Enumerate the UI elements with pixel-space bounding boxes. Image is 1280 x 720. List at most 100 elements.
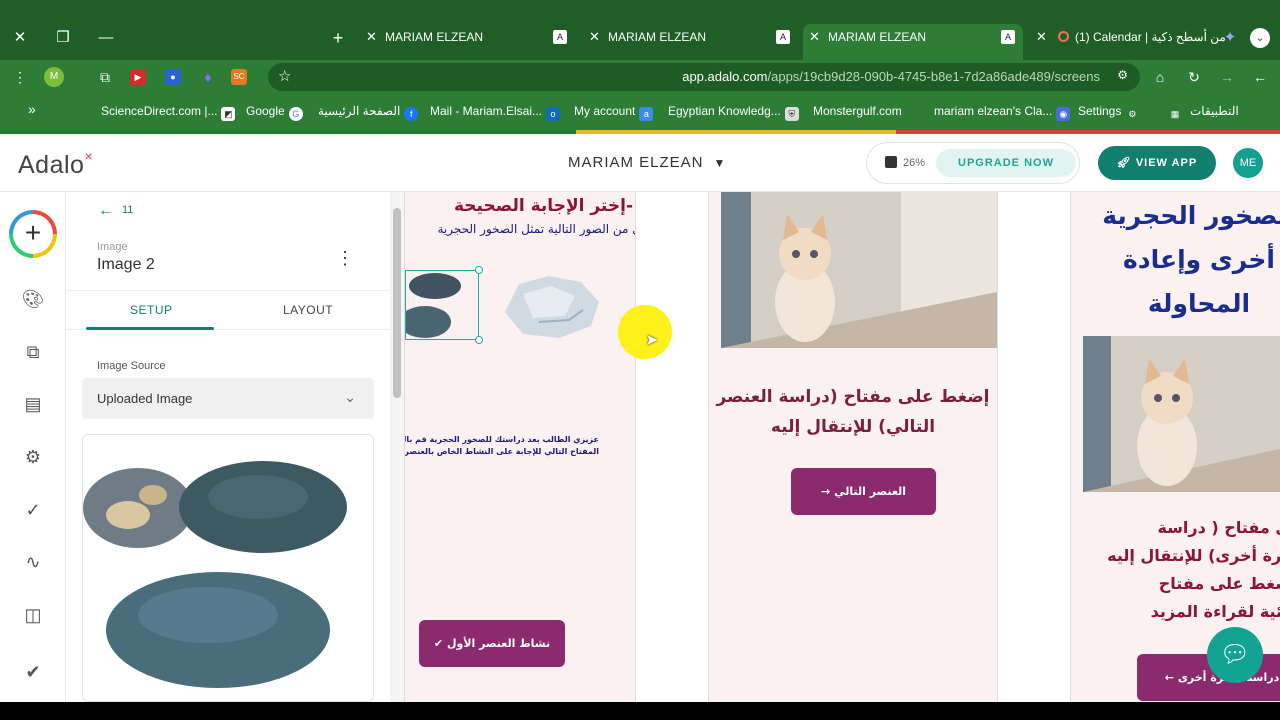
tab-close-icon[interactable]: ✕: [589, 26, 600, 48]
text-line: بالضغط على مفتاح: [1158, 574, 1280, 593]
browser-tab[interactable]: ✕ MARIAM ELZEAN A: [360, 26, 575, 52]
panel-scrollbar[interactable]: [390, 192, 404, 702]
restore-window-icon[interactable]: ❐: [51, 28, 75, 48]
uploaded-image-preview[interactable]: [82, 434, 374, 702]
menu-dots-icon[interactable]: ⋮: [10, 67, 30, 87]
assistant-extension-icon[interactable]: ♦: [198, 67, 218, 87]
verified-badge-icon[interactable]: ✔: [21, 660, 45, 684]
bookmark-star-icon[interactable]: ☆: [278, 67, 291, 85]
text-line: صخرة أخرى) للإنتقال إليه: [1107, 546, 1280, 565]
screen-title[interactable]: -إختر الإجابة الصحيحة: [454, 196, 633, 216]
component-type: Image: [97, 241, 128, 253]
tab-close-icon[interactable]: ✕: [1036, 26, 1047, 48]
bookmark-item[interactable]: mariam elzean's Cla... ◉: [934, 104, 1071, 121]
back-count: 11: [122, 204, 134, 216]
bookmarks-overflow-icon[interactable]: »: [28, 101, 36, 117]
back-button[interactable]: ← 11: [98, 202, 133, 220]
sc-extension-icon[interactable]: SC: [231, 69, 247, 85]
button-label: نشاط العنصر الأول: [446, 637, 551, 650]
analytics-icon[interactable]: ∿: [21, 550, 45, 574]
first-element-activity-button[interactable]: نشاط العنصر الأول ✔: [419, 620, 565, 667]
selection-box: [405, 270, 479, 340]
forward-icon[interactable]: →: [1217, 67, 1237, 87]
browser-tab[interactable]: ✕ MARIAM ELZEAN A: [583, 26, 798, 52]
bookmark-item[interactable]: Google G: [246, 104, 303, 121]
tab-layout[interactable]: LAYOUT: [283, 303, 333, 317]
instruction-text[interactable]: إضغط على مفتاح (دراسة العنصر التالي) للإ…: [709, 382, 997, 442]
crystal-rock-image[interactable]: [499, 272, 603, 342]
bookmark-item[interactable]: الصفحة الرئيسية f: [318, 104, 419, 121]
database-icon[interactable]: ▤: [21, 392, 45, 416]
instruction-paragraph[interactable]: عزيزي الطالب بعد دراستك للصخور الحجرية ق…: [405, 434, 599, 458]
adalo-logo[interactable]: Adalo×: [18, 148, 93, 180]
apps-grid-icon: ▦: [1170, 109, 1180, 119]
kitten-image[interactable]: [721, 192, 997, 348]
component-name[interactable]: Image 2: [97, 256, 155, 274]
app-switcher[interactable]: MARIAM ELZEAN ▼: [568, 154, 726, 171]
bookmarks-bar: » ScienceDirect.com |... ◩ Google G الصفحة…: [0, 94, 1280, 130]
app-screen-activity[interactable]: -إختر الإجابة الصحيحة أي من الصور التالي…: [404, 192, 636, 702]
kitten-image[interactable]: [1083, 336, 1280, 492]
resize-handle[interactable]: [475, 266, 483, 274]
progress-percent: 26%: [903, 157, 926, 169]
graduation-cap-icon: [885, 156, 897, 168]
versions-icon[interactable]: ◫: [21, 603, 45, 627]
settings-icon[interactable]: ⚙: [21, 445, 45, 469]
minimize-window-icon[interactable]: —: [94, 28, 118, 48]
bookmark-label: التطبيقات: [1190, 104, 1239, 118]
bookmark-item[interactable]: ScienceDirect.com |... ◩: [101, 104, 236, 121]
next-element-button[interactable]: العنصر التالي →: [791, 468, 936, 515]
screen-title[interactable]: الصخور الحجرية أخرى وإعادة المحاولة: [1071, 194, 1280, 326]
screens-canvas[interactable]: -إختر الإجابة الصحيحة أي من الصور التالي…: [404, 192, 1280, 702]
adalo-favicon-icon: A: [776, 30, 790, 44]
reload-icon[interactable]: ↻: [1184, 67, 1204, 87]
profile-icon[interactable]: M: [44, 67, 64, 87]
adalo-favicon-icon: A: [553, 30, 567, 44]
account-icon: a: [639, 107, 654, 121]
bookmark-item[interactable]: My account a: [574, 104, 654, 121]
palette-icon[interactable]: 🎨︎: [21, 287, 45, 311]
bookmark-item[interactable]: ▦ التطبيقات: [1168, 104, 1239, 121]
url-omnibox[interactable]: ☆ app.adalo.com/apps/19cb9d28-090b-4745-…: [268, 63, 1140, 91]
image-source-select[interactable]: Uploaded Image ⌄: [82, 378, 374, 419]
upgrade-now-button[interactable]: UPGRADE NOW: [936, 149, 1076, 177]
home-icon[interactable]: ⌂: [1150, 67, 1170, 87]
new-tab-button[interactable]: +: [326, 28, 350, 48]
back-icon[interactable]: ←: [1250, 67, 1270, 87]
browser-tab-active[interactable]: ✕ MARIAM ELZEAN A: [803, 24, 1023, 60]
screens-icon[interactable]: ⧉: [21, 340, 45, 364]
view-app-button[interactable]: 🚀︎ VIEW APP: [1098, 146, 1216, 180]
avatar[interactable]: ME: [1233, 148, 1263, 178]
instruction-text[interactable]: على مفتاح ( دراسة صخرة أخرى) للإنتقال إل…: [1107, 514, 1280, 626]
more-options-icon[interactable]: ⋮: [336, 248, 354, 269]
shield-icon: ⛨: [784, 107, 799, 121]
resize-handle[interactable]: [475, 336, 483, 344]
tab-close-icon[interactable]: ✕: [809, 26, 820, 48]
adalo-header: Adalo× MARIAM ELZEAN ▼ 26% UPGRADE NOW 🚀︎…: [0, 134, 1280, 192]
checklist-icon[interactable]: ✓: [21, 498, 45, 522]
facebook-icon: f: [404, 107, 419, 121]
bookmark-item[interactable]: Mail - Mariam.Elsai... o: [430, 104, 561, 121]
tab-close-icon[interactable]: ✕: [366, 26, 377, 48]
add-component-button[interactable]: +: [9, 210, 57, 258]
bookmark-item[interactable]: Monstergulf.com: [813, 104, 902, 118]
logo-text: Adalo: [18, 151, 85, 179]
browser-tab[interactable]: ✕ (1) Calendar | من أسطح ذكية: [1030, 26, 1226, 52]
bookmark-item[interactable]: Egyptian Knowledg... ⛨: [668, 104, 799, 121]
screen-subtitle[interactable]: أي من الصور التالية تمثل الصخور الحجرية: [437, 222, 635, 236]
screen-capture-icon[interactable]: ●: [165, 69, 181, 85]
extensions-puzzle-icon[interactable]: ⧉: [95, 67, 115, 87]
site-settings-icon[interactable]: ⚙: [1117, 68, 1128, 82]
rocket-icon: 🚀︎: [1116, 157, 1132, 169]
scrollbar-thumb[interactable]: [393, 208, 401, 398]
tab-search-icon[interactable]: ⌄: [1250, 28, 1270, 48]
app-screen-retry[interactable]: الصخور الحجرية أخرى وإعادة المحاولة على …: [1070, 192, 1280, 702]
image-source-label: Image Source: [97, 360, 166, 372]
help-chat-button[interactable]: 💬︎: [1207, 627, 1263, 683]
youtube-extension-icon[interactable]: ▶: [130, 69, 146, 85]
extension-icon[interactable]: ✦: [1218, 28, 1242, 48]
close-window-icon[interactable]: ✕: [8, 28, 32, 48]
tab-setup[interactable]: SETUP: [130, 303, 173, 317]
bookmark-item[interactable]: Settings ⚙: [1078, 104, 1139, 121]
app-screen-next[interactable]: إضغط على مفتاح (دراسة العنصر التالي) للإ…: [708, 192, 998, 702]
